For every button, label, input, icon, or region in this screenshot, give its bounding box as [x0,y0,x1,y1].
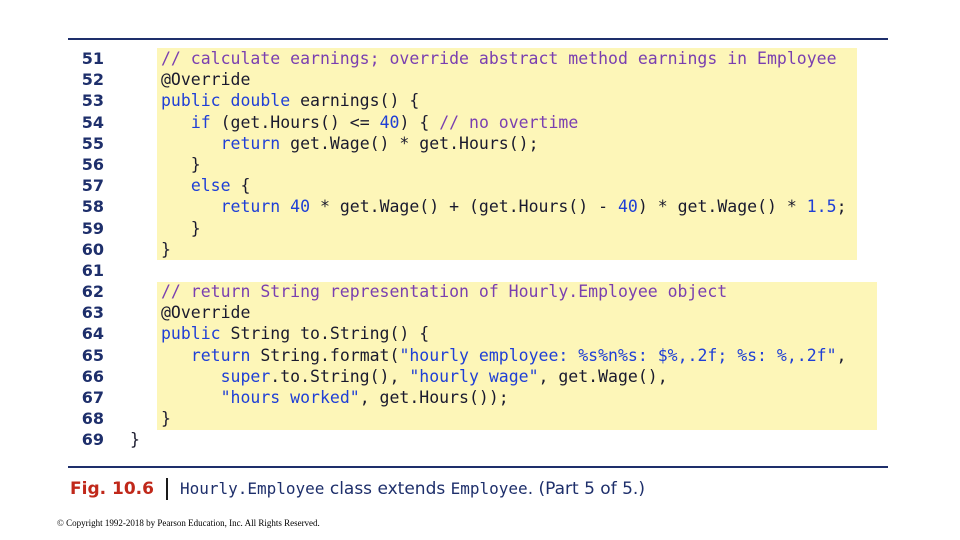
code-token: ) { [399,112,440,132]
figure-number: Fig. 10.6 [70,479,154,499]
line-number: 56 [81,154,104,174]
code-text: } [161,408,171,429]
code-token: * get.Wage() + (get.Hours() - [310,197,618,217]
code-text: if (get.Hours() <= 40) { // no overtime [161,112,578,133]
code-keyword: return [220,133,281,153]
code-token: } [161,154,201,174]
code-keyword: public double [161,91,291,111]
code-keyword: super [220,366,271,386]
code-number: 40 [617,197,638,217]
code-text: return get.Wage() * get.Hours(); [161,133,539,154]
code-text: super.to.String(), "hourly wage", get.Wa… [161,366,668,387]
code-keyword: public [161,324,221,344]
code-text: } [161,218,201,239]
code-text: public double earnings() { [161,90,419,111]
caption-parent-class: Employee [450,479,528,498]
code-token: { [230,176,251,196]
code-string: "hourly employee: %s%n%s: $%,.2f; %s: %,… [399,345,837,365]
code-text: @Override [161,69,250,90]
code-token: .to.String(), [270,366,410,386]
line-number: 51 [81,49,104,68]
line-number: 54 [81,112,104,132]
code-token: String.format( [250,345,400,365]
bottom-rule [68,466,888,468]
line-number: 67 [81,388,104,407]
code-token: } [161,218,201,238]
code-keyword: if [190,112,211,132]
code-text: return 40 * get.Wage() + (get.Hours() - … [161,196,847,217]
line-number: 61 [81,260,104,280]
highlight-block-earnings [157,48,857,260]
caption-middle: class extends [324,479,451,499]
code-number: 1.5 [806,197,837,217]
code-text: } [130,429,140,450]
line-number: 53 [81,91,104,111]
code-text: public String to.String() { [161,323,429,344]
code-number: 40 [379,112,400,132]
code-text: // return String representation of Hourl… [161,281,727,302]
code-keyword: else [190,176,231,196]
code-token: @Override [161,70,251,90]
line-number: 52 [81,70,104,90]
code-text: @Override [161,302,250,323]
copyright-notice: © Copyright 1992-2018 by Pearson Educati… [57,518,320,528]
line-number: 66 [81,366,104,386]
code-string: "hours worked" [220,388,360,407]
figure-caption: Fig. 10.6 Hourly.Employee class extends E… [70,478,645,500]
code-keyword: return [220,197,281,217]
code-number: 40 [290,197,311,217]
caption-divider [165,478,168,500]
code-comment: // return String representation of Hourl… [161,282,728,302]
code-token: earnings() { [290,91,420,111]
code-token: } [161,409,171,429]
code-token: @Override [161,303,251,323]
code-token: } [161,239,171,259]
code-token: ) * get.Wage() * [637,197,807,217]
line-number: 60 [81,239,104,259]
line-number: 69 [81,430,104,450]
top-rule [68,38,888,40]
line-number: 58 [81,197,104,217]
line-number: 63 [81,303,104,323]
code-token: get.Wage() * get.Hours(); [280,133,539,153]
code-token: (get.Hours() <= [210,112,380,132]
code-token: , get.Hours()); [359,388,509,407]
line-number: 65 [81,345,104,365]
code-token: } [130,430,140,450]
code-text: } [161,154,201,175]
line-number: 62 [81,282,104,302]
line-number: 64 [81,324,104,344]
line-number: 55 [81,133,104,153]
code-token: , get.Wage(), [538,366,668,386]
code-text: "hours worked", get.Hours()); [161,387,509,408]
code-string: "hourly wage" [409,366,539,386]
caption-class-name: Hourly.Employee [179,479,325,498]
code-comment: // no overtime [439,112,579,132]
line-number: 59 [81,218,104,238]
code-text: else { [161,175,251,196]
line-number: 68 [81,409,104,429]
code-token: ; [836,197,847,217]
code-text: return String.format("hourly employee: %… [161,345,847,366]
code-text: } [161,239,171,260]
caption-suffix: . (Part 5 of 5.) [527,479,645,499]
line-number: 57 [81,176,104,196]
code-comment: // calculate earnings; override abstract… [161,49,837,68]
code-token: , [836,345,847,365]
code-text: // calculate earnings; override abstract… [161,48,837,69]
code-keyword: return [190,345,251,365]
code-token: String to.String() { [220,324,430,344]
